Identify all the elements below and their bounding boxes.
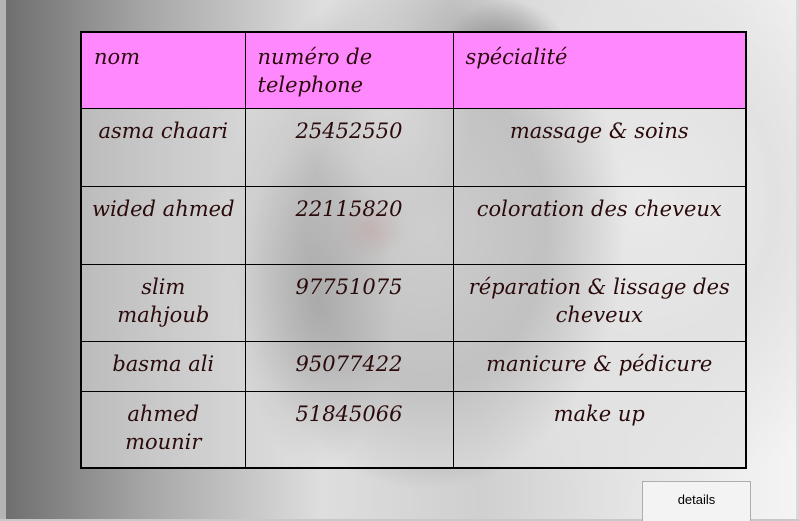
column-header-telephone[interactable]: numéro de telephone [244,31,454,109]
cell-telephone[interactable]: 95077422 [244,340,454,392]
cell-specialite[interactable]: massage & soins [452,107,747,187]
cell-nom[interactable]: wided ahmed [80,185,246,265]
cell-nom[interactable]: ahmed mounir [80,390,246,469]
cell-specialite[interactable]: manicure & pédicure [452,340,747,392]
table-row[interactable]: ahmed mounir 51845066 make up [80,390,747,469]
cell-telephone[interactable]: 51845066 [244,390,454,469]
details-button[interactable]: details [642,481,751,521]
cell-nom[interactable]: basma ali [80,340,246,392]
table-row[interactable]: basma ali 95077422 manicure & pédicure [80,340,747,392]
contacts-table: nom numéro de telephone spécialité asma … [80,31,747,469]
cell-specialite[interactable]: make up [452,390,747,469]
cell-specialite[interactable]: réparation & lissage des cheveux [452,263,747,342]
cell-telephone[interactable]: 97751075 [244,263,454,342]
column-header-specialite[interactable]: spécialité [452,31,747,109]
table-header-row: nom numéro de telephone spécialité [80,31,747,109]
cell-nom[interactable]: slim mahjoub [80,263,246,342]
table-row[interactable]: wided ahmed 22115820 coloration des chev… [80,185,747,265]
cell-telephone[interactable]: 25452550 [244,107,454,187]
cell-nom[interactable]: asma chaari [80,107,246,187]
cell-specialite[interactable]: coloration des cheveux [452,185,747,265]
table-row[interactable]: asma chaari 25452550 massage & soins [80,107,747,187]
column-header-nom[interactable]: nom [80,31,246,109]
table-row[interactable]: slim mahjoub 97751075 réparation & lissa… [80,263,747,342]
cell-telephone[interactable]: 22115820 [244,185,454,265]
